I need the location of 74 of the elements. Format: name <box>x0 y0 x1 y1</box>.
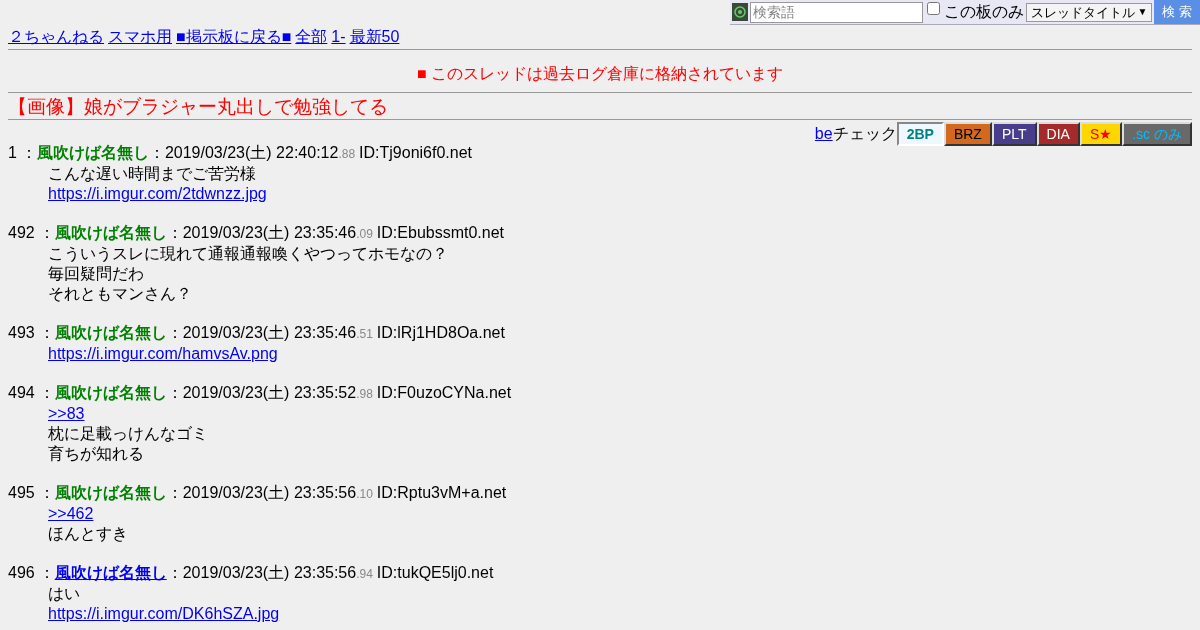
post-date: 2019/03/23(土) 23:35:46 <box>182 323 357 343</box>
nav-link[interactable]: 全部 <box>295 27 328 47</box>
poster-name-link[interactable]: 風吹けば名無し <box>54 563 167 583</box>
post-date: 2019/03/23(土) 23:35:46 <box>182 223 357 243</box>
date-separator: ： <box>166 223 183 243</box>
name-separator: ： <box>38 383 55 403</box>
name-separator: ： <box>38 323 55 343</box>
poster-name: 風吹けば名無し <box>54 483 167 503</box>
post-ms: .10 <box>356 487 373 503</box>
post-ms: .09 <box>356 227 373 243</box>
date-separator: ： <box>166 563 183 583</box>
post-link[interactable]: https://i.imgur.com/2tdwnzz.jpg <box>48 184 267 204</box>
post-ms: .51 <box>356 327 373 343</box>
poster-id: ID:lRj1HD8Oa.net <box>376 323 505 343</box>
post-number: 496 <box>8 563 35 583</box>
name-separator: ： <box>38 483 55 503</box>
nav-link[interactable]: ■掲示板に戻る■ <box>176 27 292 47</box>
site-logo-icon <box>732 3 749 21</box>
date-separator: ： <box>148 143 165 163</box>
post-link[interactable]: >>462 <box>48 504 94 524</box>
post-ms: .88 <box>338 147 356 163</box>
post-number: 494 <box>8 383 35 403</box>
archived-notice: ■ このスレッドは過去ログ倉庫に格納されています <box>416 65 784 82</box>
post-link[interactable]: >>83 <box>48 404 85 424</box>
be-check-label: チェック <box>832 124 897 144</box>
filter-button[interactable]: BRZ <box>943 122 992 146</box>
scope-dropdown[interactable]: スレッドタイトル▼ <box>1026 2 1153 22</box>
name-separator: ： <box>20 143 37 163</box>
post-text: ほんとすき <box>48 524 128 544</box>
post-text: こんな遅い時間までご苦労様 <box>48 164 256 184</box>
board-only-label: この板のみ <box>944 2 1025 22</box>
post-text: それともマンさん？ <box>48 284 192 304</box>
post-text: はい <box>48 584 80 604</box>
post-link[interactable]: https://i.imgur.com/DK6hSZA.jpg <box>48 604 280 624</box>
name-separator: ： <box>38 223 55 243</box>
nav-link[interactable]: 最新50 <box>349 27 400 47</box>
nav-link[interactable]: 1- <box>331 27 346 47</box>
post-ms: .94 <box>356 567 373 583</box>
post-date: 2019/03/23(土) 23:35:56 <box>182 483 357 503</box>
date-separator: ： <box>166 323 183 343</box>
poster-name: 風吹けば名無し <box>54 323 167 343</box>
poster-id: ID:F0uzoCYNa.net <box>376 383 512 403</box>
poster-id: ID:Tj9oni6f0.net <box>359 143 472 163</box>
nav-link[interactable]: スマホ用 <box>108 27 172 47</box>
filter-button[interactable]: DIA <box>1036 122 1080 146</box>
poster-name: 風吹けば名無し <box>54 383 167 403</box>
name-separator: ： <box>38 563 55 583</box>
poster-name: 風吹けば名無し <box>54 223 167 243</box>
poster-id: ID:tukQE5lj0.net <box>376 563 494 583</box>
post-number: 493 <box>8 323 35 343</box>
poster-name: 風吹けば名無し <box>36 143 149 163</box>
post-number: 1 <box>8 143 17 163</box>
date-separator: ： <box>166 483 183 503</box>
post-date: 2019/03/23(土) 23:35:56 <box>182 563 357 583</box>
post-number: 495 <box>8 483 35 503</box>
nav-link[interactable]: ２ちゃんねる <box>8 27 104 47</box>
poster-id: ID:Rptu3vM+a.net <box>376 483 507 503</box>
post-number: 492 <box>8 223 35 243</box>
post-link[interactable]: https://i.imgur.com/hamvsAv.png <box>48 344 278 364</box>
search-field[interactable]: 検索語 <box>750 1 924 23</box>
poster-id: ID:Ebubssmt0.net <box>376 223 505 243</box>
thread-title: 【画像】娘がブラジャー丸出しで勉強してる <box>8 96 388 117</box>
filter-button[interactable]: PLT <box>991 122 1037 146</box>
post-text: 育ちが知れる <box>48 444 144 464</box>
post-ms: .98 <box>356 387 373 403</box>
post-date: 2019/03/23(土) 23:35:52 <box>182 383 357 403</box>
post-text: 毎回疑問だわ <box>48 264 144 284</box>
post-text: こういうスレに現れて通報通報喚くやつってホモなの？ <box>48 244 448 264</box>
be-link[interactable]: be <box>814 124 833 144</box>
board-only-checkbox[interactable] <box>927 1 941 15</box>
date-separator: ： <box>166 383 183 403</box>
filter-button[interactable]: 2BP <box>896 122 944 146</box>
post-text: 枕に足載っけんなゴミ <box>48 424 208 444</box>
post-date: 2019/03/23(土) 22:40:12 <box>164 143 339 163</box>
